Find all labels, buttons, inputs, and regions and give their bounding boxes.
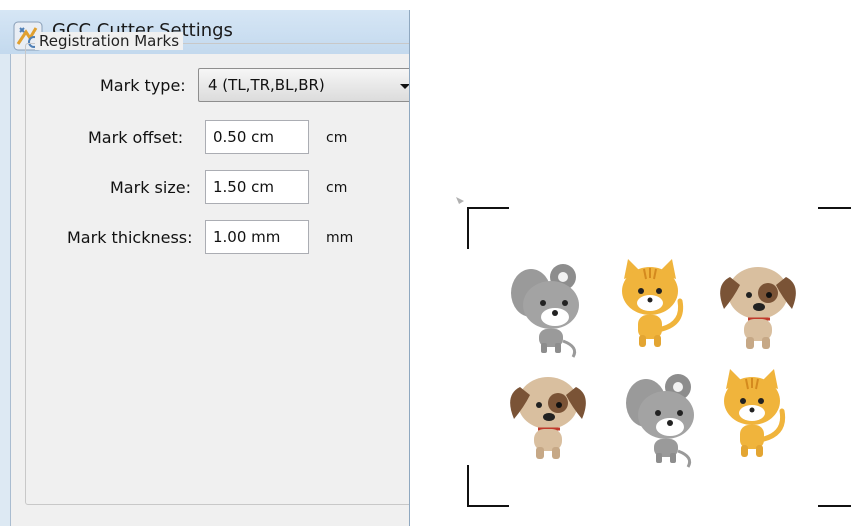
mark-type-label: Mark type:: [100, 76, 186, 95]
mark-size-unit: cm: [326, 180, 348, 196]
mark-offset-value: 0.50 cm: [213, 128, 275, 146]
mark-size-label: Mark size:: [110, 178, 191, 197]
mark-thickness-field[interactable]: 1.00 mm: [205, 220, 309, 254]
registration-marks-group: [25, 43, 409, 505]
mark-type-value: 4 (TL,TR,BL,BR): [208, 76, 325, 94]
mark-size-field[interactable]: 1.50 cm: [205, 170, 309, 204]
mark-type-dropdown[interactable]: 4 (TL,TR,BL,BR): [198, 68, 409, 102]
mark-offset-field[interactable]: 0.50 cm: [205, 120, 309, 154]
chevron-down-icon: [400, 84, 409, 89]
group-title: Registration Marks: [35, 32, 184, 50]
sticker-artwork: [508, 185, 798, 469]
mark-size-value: 1.50 cm: [213, 178, 275, 196]
mark-offset-unit: cm: [326, 130, 348, 146]
mark-thickness-unit: mm: [326, 230, 354, 246]
mark-thickness-label: Mark thickness:: [67, 228, 193, 247]
mark-offset-label: Mark offset:: [88, 128, 184, 147]
print-preview: [450, 185, 851, 526]
settings-dialog: GCC Cutter Settings Registration Marks M…: [0, 10, 410, 526]
mark-thickness-value: 1.00 mm: [213, 228, 281, 246]
